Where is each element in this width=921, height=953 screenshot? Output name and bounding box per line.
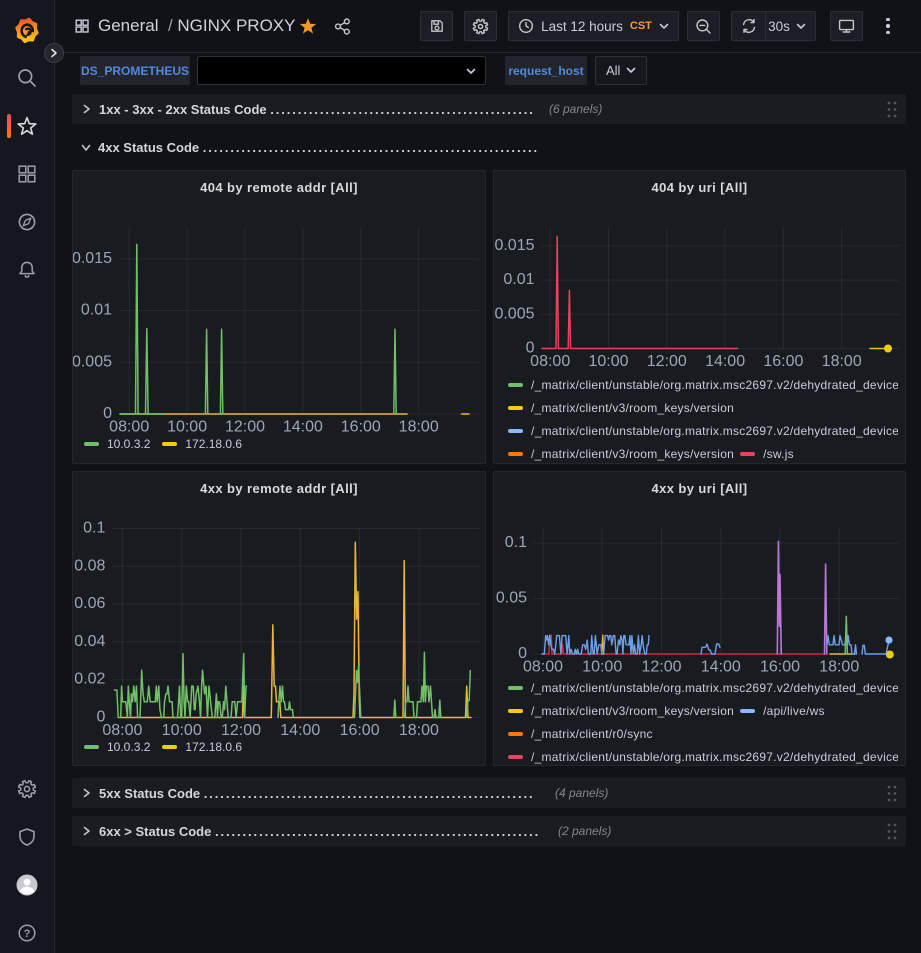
svg-text:16:00: 16:00	[763, 353, 803, 370]
svg-text:10:00: 10:00	[162, 722, 202, 739]
svg-text:0.06: 0.06	[74, 595, 105, 612]
svg-text:0.01: 0.01	[81, 302, 112, 319]
svg-text:16:00: 16:00	[340, 722, 380, 739]
svg-text:18:00: 18:00	[399, 722, 439, 739]
svg-text:0.01: 0.01	[503, 271, 534, 288]
svg-text:16:00: 16:00	[341, 419, 381, 436]
svg-text:?: ?	[24, 928, 31, 940]
svg-text:14:00: 14:00	[701, 659, 741, 676]
svg-text:12:00: 12:00	[647, 353, 687, 370]
svg-text:0.04: 0.04	[74, 633, 105, 650]
svg-text:14:00: 14:00	[283, 419, 323, 436]
svg-text:18:00: 18:00	[399, 419, 439, 436]
svg-text:12:00: 12:00	[221, 722, 261, 739]
svg-text:0.015: 0.015	[494, 237, 534, 254]
svg-text:18:00: 18:00	[822, 353, 862, 370]
svg-text:0.05: 0.05	[496, 590, 527, 607]
svg-text:0.1: 0.1	[505, 534, 527, 551]
svg-text:0.08: 0.08	[74, 557, 105, 574]
svg-text:16:00: 16:00	[760, 659, 800, 676]
svg-text:14:00: 14:00	[705, 353, 745, 370]
svg-text:18:00: 18:00	[819, 659, 859, 676]
svg-text:12:00: 12:00	[225, 419, 265, 436]
svg-text:08:00: 08:00	[530, 353, 570, 370]
svg-text:12:00: 12:00	[641, 659, 681, 676]
svg-text:08:00: 08:00	[109, 419, 149, 436]
svg-text:0.005: 0.005	[73, 353, 112, 370]
svg-text:14:00: 14:00	[280, 722, 320, 739]
svg-text:10:00: 10:00	[167, 419, 207, 436]
svg-text:0.005: 0.005	[494, 305, 534, 322]
svg-text:10:00: 10:00	[588, 353, 628, 370]
svg-text:0.02: 0.02	[74, 671, 105, 688]
svg-text:0.1: 0.1	[83, 520, 105, 537]
svg-text:0.015: 0.015	[73, 250, 112, 267]
svg-text:10:00: 10:00	[582, 659, 622, 676]
svg-text:08:00: 08:00	[102, 722, 142, 739]
svg-text:08:00: 08:00	[523, 659, 563, 676]
